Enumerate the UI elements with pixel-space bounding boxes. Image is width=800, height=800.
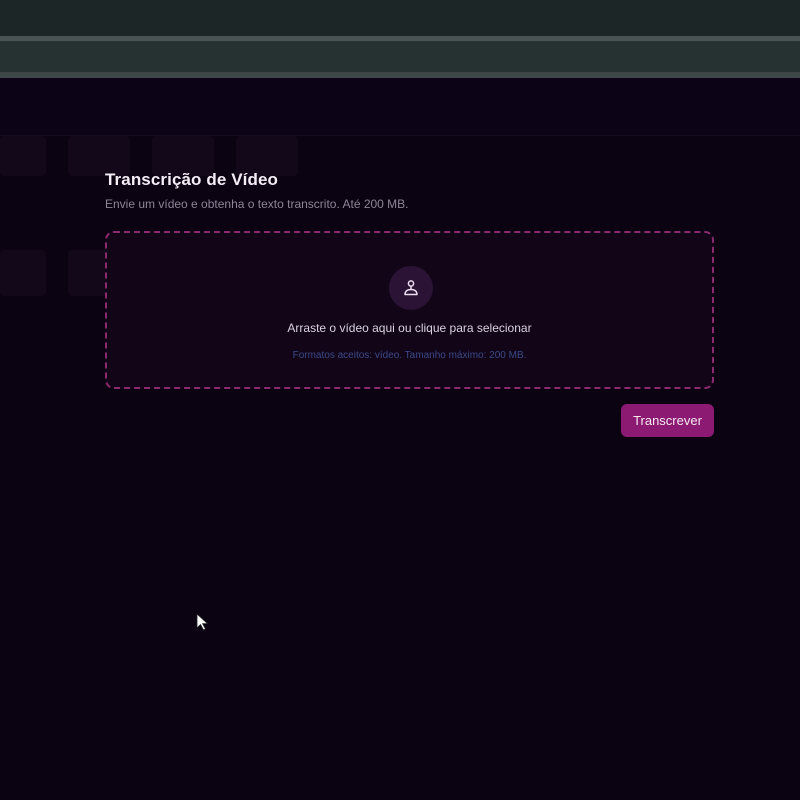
dropzone-instruction: Arraste o vídeo aqui ou clique para sele… — [287, 321, 532, 335]
page-subtitle: Envie um vídeo e obtenha o texto transcr… — [105, 197, 409, 211]
upload-hand-icon — [404, 280, 418, 296]
browser-toolbar — [0, 41, 800, 72]
background-tile — [0, 250, 46, 296]
page-title: Transcrição de Vídeo — [105, 170, 279, 189]
mouse-pointer-icon — [196, 613, 209, 631]
dropzone-hint: Formatos aceitos: vídeo. Tamanho máximo:… — [292, 350, 527, 361]
background-header — [0, 78, 800, 136]
transcribe-button[interactable]: Transcrever — [621, 404, 714, 437]
background-tile — [0, 136, 46, 176]
transcription-panel: Transcrição de Vídeo Envie um vídeo e ob… — [105, 170, 714, 437]
upload-icon-badge — [389, 266, 433, 310]
video-dropzone[interactable]: Arraste o vídeo aqui ou clique para sele… — [105, 231, 714, 389]
window-titlebar — [0, 0, 800, 36]
